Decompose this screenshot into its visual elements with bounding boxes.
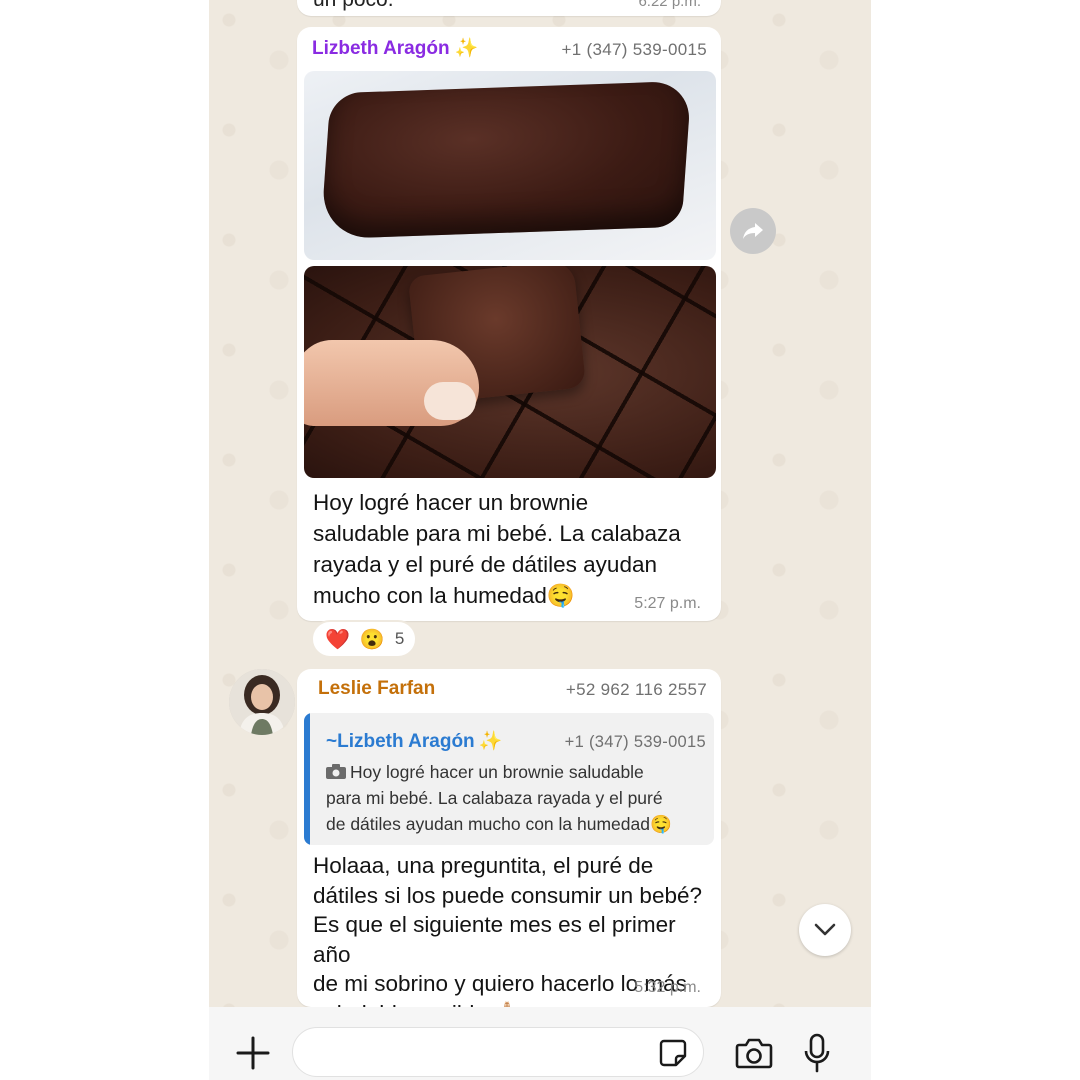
quote-line-text: Hoy logré hacer un brownie saludable	[350, 762, 644, 782]
message-time: 5:27 p.m.	[634, 595, 701, 612]
message-line: Es que el siguiente mes es el primer año	[313, 912, 676, 967]
message-line: dátiles si los puede consumir un bebé?	[313, 882, 702, 908]
message-reactions[interactable]: ❤️ 😮 5	[311, 620, 417, 658]
previous-message-time: 6:22 p.m.	[638, 0, 701, 10]
camera-icon	[735, 1038, 773, 1069]
reaction-count: 5	[394, 629, 405, 648]
sender-name[interactable]: Lizbeth Aragón ✨	[312, 36, 479, 60]
brownie-photo-2[interactable]	[304, 266, 716, 478]
quote-text: Hoy logré hacer un brownie saludable par…	[326, 759, 706, 837]
chevron-down-icon	[814, 923, 836, 936]
message-input[interactable]	[292, 1027, 704, 1077]
previous-message-bubble[interactable]: un poco. 6:22 p.m.	[297, 0, 721, 16]
avatar-image	[229, 669, 295, 735]
message-bubble-lizbeth[interactable]: Lizbeth Aragón ✨ +1 (347) 539-0015 Hoy l…	[297, 27, 721, 621]
chat-screen: un poco. 6:22 p.m. Lizbeth Aragón ✨ +1 (…	[209, 0, 871, 1080]
heart-reaction: ❤️	[325, 628, 350, 651]
camera-button[interactable]	[733, 1033, 775, 1073]
message-text: Hoy logré hacer un brownie saludable par…	[313, 487, 713, 611]
quote-sender-text: ~Lizbeth Aragón	[326, 731, 475, 752]
quote-accent-bar	[304, 713, 310, 845]
sender-phone: +52 962 116 2557	[565, 680, 707, 699]
sparkles-emoji: ✨	[454, 38, 479, 59]
plus-icon	[236, 1036, 270, 1070]
composer-bar	[209, 1007, 871, 1080]
sender-name-text: Lizbeth Aragón	[312, 38, 450, 59]
forward-button[interactable]	[730, 208, 776, 254]
scroll-down-button[interactable]	[799, 904, 851, 956]
avatar[interactable]	[229, 669, 295, 735]
message-text: Holaaa, una preguntita, el puré de dátil…	[313, 851, 713, 1028]
message-line: rayada y el puré de dátiles ayudan	[313, 552, 657, 577]
sender-name[interactable]: Leslie Farfan	[318, 678, 435, 700]
sparkles-emoji: ✨	[478, 731, 503, 752]
message-bubble-leslie[interactable]: Leslie Farfan +52 962 116 2557 ~Lizbeth …	[297, 669, 721, 1026]
finger-nail	[424, 382, 476, 420]
forward-icon	[743, 223, 763, 239]
brownie-photo-1[interactable]	[304, 71, 716, 260]
message-line: Holaaa, una preguntita, el puré de	[313, 853, 654, 878]
message-line-text: mucho con la humedad	[313, 583, 547, 608]
drooling-emoji: 🤤	[546, 583, 575, 608]
microphone-icon	[804, 1033, 830, 1073]
message-time: 5:32 p.m.	[634, 979, 701, 996]
microphone-button[interactable]	[801, 1031, 833, 1075]
message-line: Hoy logré hacer un brownie	[313, 490, 589, 515]
camera-icon	[326, 764, 346, 779]
quoted-message[interactable]: ~Lizbeth Aragón ✨ +1 (347) 539-0015 Hoy l…	[304, 713, 714, 845]
quote-phone: +1 (347) 539-0015	[564, 733, 706, 751]
attach-button[interactable]	[233, 1033, 273, 1073]
message-line: saludable para mi bebé. La calabaza	[313, 521, 681, 546]
quote-sender: ~Lizbeth Aragón ✨	[326, 729, 502, 753]
quote-line: para mi bebé. La calabaza rayada y el pu…	[326, 788, 663, 808]
quote-line: de dátiles ayudan mucho con la humedad🤤	[326, 814, 672, 834]
brownie-shape	[320, 80, 692, 240]
quote-line: Hoy logré hacer un brownie saludable	[326, 759, 706, 785]
surprised-reaction: 😮	[359, 628, 385, 651]
sender-phone: +1 (347) 539-0015	[561, 40, 707, 59]
previous-message-text: un poco.	[313, 0, 394, 12]
sticker-button[interactable]	[657, 1037, 689, 1069]
sticker-icon	[659, 1039, 687, 1067]
